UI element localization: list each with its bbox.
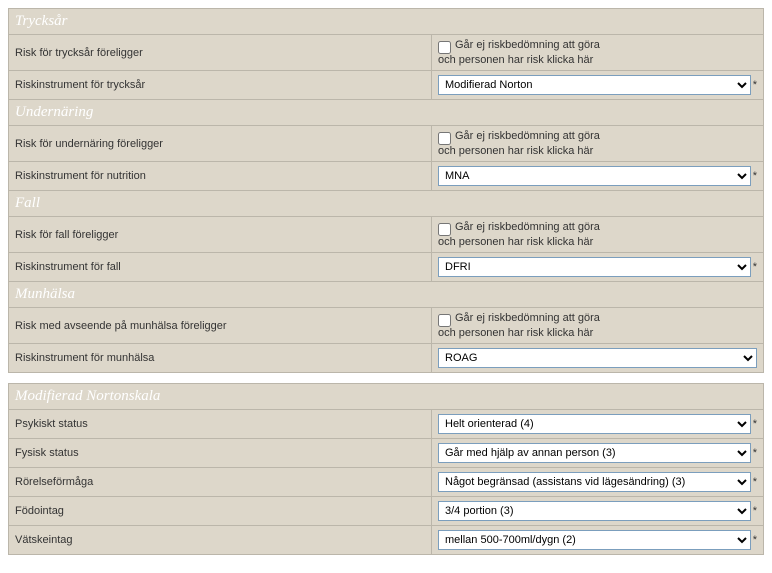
required-star: * [753,447,757,459]
risk-checkbox-line1-trycksar: Går ej riskbedömning att göra [455,39,600,51]
risk-checkbox-undernaring[interactable] [438,132,451,145]
norton-table: Modifierad Nortonskala Psykiskt status H… [8,383,764,555]
instrument-select-fall[interactable]: DFRI [438,257,751,277]
risk-checkbox-cell-undernaring: Går ej riskbedömning att göra och person… [432,126,764,162]
section-header-undernaring: Undernäring [9,100,764,126]
norton-item-label: Födointag [9,497,432,526]
instrument-label-fall: Riskinstrument för fall [9,253,432,282]
required-star: * [753,476,757,488]
section-header-norton: Modifierad Nortonskala [9,384,764,410]
risk-label-undernaring: Risk för undernäring föreligger [9,126,432,162]
risk-checkbox-line1-undernaring: Går ej riskbedömning att göra [455,130,600,142]
required-star: * [753,534,757,546]
required-star: * [753,418,757,430]
norton-item-label: Psykiskt status [9,410,432,439]
norton-item-select-2[interactable]: Något begränsad (assistans vid lägesändr… [438,472,751,492]
risk-checkbox-line1-fall: Går ej riskbedömning att göra [455,221,600,233]
risk-label-trycksar: Risk för trycksår föreligger [9,35,432,71]
risk-checkbox-fall[interactable] [438,223,451,236]
norton-item-select-0[interactable]: Helt orienterad (4) [438,414,751,434]
instrument-select-undernaring[interactable]: MNA [438,166,751,186]
risk-checkbox-cell-fall: Går ej riskbedömning att göra och person… [432,217,764,253]
norton-item-select-3[interactable]: 3/4 portion (3) [438,501,751,521]
instrument-select-munhalsa[interactable]: ROAG [438,348,757,368]
risk-checkbox-trycksar[interactable] [438,41,451,54]
norton-item-label: Rörelseförmåga [9,468,432,497]
instrument-select-trycksar[interactable]: Modifierad Norton [438,75,751,95]
norton-item-select-1[interactable]: Går med hjälp av annan person (3) [438,443,751,463]
instrument-label-trycksar: Riskinstrument för trycksår [9,71,432,100]
section-header-trycksar: Trycksår [9,9,764,35]
risk-checkbox-line2-munhalsa: och personen har risk klicka här [438,327,757,339]
section-header-munhalsa: Munhälsa [9,282,764,308]
required-star: * [753,170,757,182]
instrument-label-munhalsa: Riskinstrument för munhälsa [9,344,432,373]
required-star: * [753,79,757,91]
risk-checkbox-line1-munhalsa: Går ej riskbedömning att göra [455,312,600,324]
risk-label-munhalsa: Risk med avseende på munhälsa föreligger [9,308,432,344]
risk-checkbox-line2-fall: och personen har risk klicka här [438,236,757,248]
section-header-fall: Fall [9,191,764,217]
required-star: * [753,505,757,517]
risk-checkbox-line2-undernaring: och personen har risk klicka här [438,145,757,157]
norton-item-label: Fysisk status [9,439,432,468]
required-star: * [753,261,757,273]
risk-table: Trycksår Risk för trycksår föreligger Gå… [8,8,764,373]
risk-label-fall: Risk för fall föreligger [9,217,432,253]
norton-item-select-4[interactable]: mellan 500-700ml/dygn (2) [438,530,751,550]
instrument-label-undernaring: Riskinstrument för nutrition [9,162,432,191]
risk-checkbox-cell-munhalsa: Går ej riskbedömning att göra och person… [432,308,764,344]
risk-checkbox-line2-trycksar: och personen har risk klicka här [438,54,757,66]
risk-checkbox-cell-trycksar: Går ej riskbedömning att göra och person… [432,35,764,71]
norton-item-label: Vätskeintag [9,526,432,555]
risk-checkbox-munhalsa[interactable] [438,314,451,327]
